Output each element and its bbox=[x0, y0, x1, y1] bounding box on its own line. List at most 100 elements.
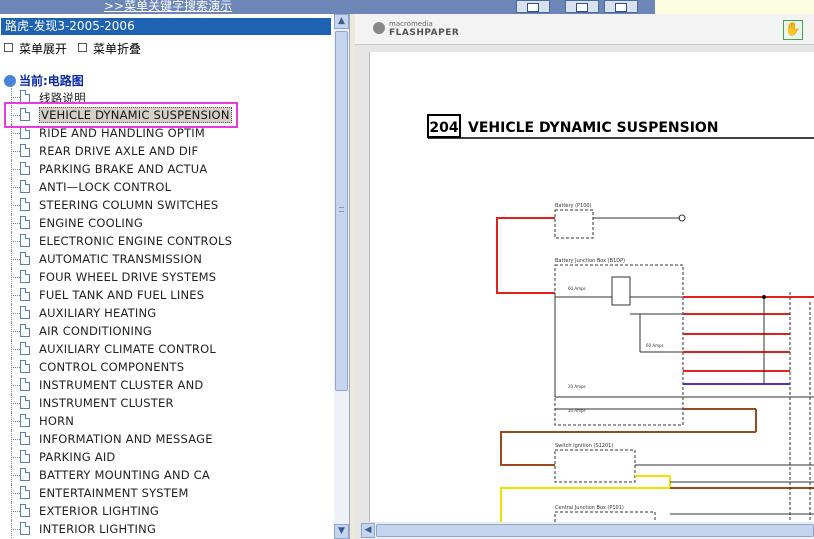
tree-line bbox=[11, 367, 20, 368]
square-icon bbox=[78, 43, 87, 52]
scroll-thumb[interactable] bbox=[335, 31, 348, 391]
tree-line bbox=[11, 493, 20, 494]
panel-title: 路虎-发现3-2005-2006 bbox=[1, 18, 331, 35]
tree-item[interactable]: ENTERTAINMENT SYSTEM bbox=[0, 484, 334, 502]
expand-menu-button[interactable]: 菜单展开 bbox=[4, 40, 67, 57]
ignition-switch-box bbox=[554, 449, 636, 483]
tree-item[interactable]: CONTROL COMPONENTS bbox=[0, 358, 334, 376]
tree-item[interactable]: PARKING AID bbox=[0, 448, 334, 466]
tree-line bbox=[11, 349, 20, 350]
fuse2-rating: 20 Amps bbox=[568, 384, 586, 389]
page-title: VEHICLE DYNAMIC SUSPENSION bbox=[468, 120, 719, 136]
tree-line bbox=[11, 439, 20, 440]
scroll-down-button[interactable]: ▼ bbox=[334, 524, 349, 539]
fuse1-rating: 60 Amps bbox=[568, 286, 586, 291]
document-icon bbox=[20, 144, 30, 157]
yellow-wire bbox=[500, 476, 671, 522]
tree-item[interactable]: PARKING BRAKE AND ACTUA bbox=[0, 160, 334, 178]
tree-root[interactable]: 当前:电路图 bbox=[4, 72, 84, 89]
tree-item-label: INTERIOR LIGHTING bbox=[39, 522, 157, 536]
tree-item-label: ANTI—LOCK CONTROL bbox=[39, 180, 172, 194]
tree-item-label: ENTERTAINMENT SYSTEM bbox=[39, 486, 189, 500]
tree-line bbox=[11, 313, 20, 314]
collapse-menu-button[interactable]: 菜单折叠 bbox=[78, 40, 141, 57]
document-icon bbox=[20, 378, 30, 391]
tree-item-label: BATTERY MOUNTING AND CA bbox=[39, 468, 210, 482]
battery-box bbox=[554, 209, 594, 239]
document-icon bbox=[20, 234, 30, 247]
tree-item[interactable]: AUXILIARY HEATING bbox=[0, 304, 334, 322]
tree-item-label: ELECTRONIC ENGINE CONTROLS bbox=[39, 234, 233, 248]
tree-line bbox=[11, 529, 20, 530]
collapse-label: 菜单折叠 bbox=[93, 42, 142, 56]
tree-item[interactable]: REAR DRIVE AXLE AND DIF bbox=[0, 142, 334, 160]
tree-item[interactable]: BATTERY MOUNTING AND CA bbox=[0, 466, 334, 484]
tree-line bbox=[11, 169, 20, 170]
tree-item[interactable]: STEERING COLUMN SWITCHES bbox=[0, 196, 334, 214]
document-icon bbox=[20, 504, 30, 517]
navigation-panel: 路虎-发现3-2005-2006 菜单展开 菜单折叠 当前:电路图 线路说明 VE… bbox=[0, 14, 350, 539]
tree-line bbox=[11, 133, 20, 134]
toolbar-button-1[interactable] bbox=[516, 0, 550, 13]
document-viewer: macromedia FLASHPAPER ✋ 204 VEHICLE DYNA… bbox=[355, 14, 814, 539]
tree-item[interactable]: FOUR WHEEL DRIVE SYSTEMS bbox=[0, 268, 334, 286]
tree-item[interactable]: INTERIOR LIGHTING bbox=[0, 520, 334, 538]
document-icon bbox=[20, 486, 30, 499]
horizontal-scrollbar[interactable]: ◀ bbox=[361, 523, 814, 539]
square-icon bbox=[4, 43, 13, 52]
top-toolbar: >>菜单关键字搜索演示 bbox=[0, 0, 814, 14]
horizontal-scroll-thumb[interactable] bbox=[376, 524, 814, 537]
page-number: 204 bbox=[429, 120, 458, 136]
fuse3-rating: 60 Amps bbox=[646, 343, 664, 348]
toolbar-button-3[interactable] bbox=[604, 0, 638, 13]
tree-line bbox=[11, 205, 20, 206]
tree-line bbox=[11, 331, 20, 332]
tree-line bbox=[11, 97, 20, 98]
keyword-search-demo-link[interactable]: >>菜单关键字搜索演示 bbox=[104, 0, 232, 14]
tree-item[interactable]: ANTI—LOCK CONTROL bbox=[0, 178, 334, 196]
document-icon bbox=[20, 324, 30, 337]
tree-line bbox=[11, 403, 20, 404]
relay bbox=[611, 276, 631, 306]
cjb-box bbox=[554, 511, 656, 522]
tree-line bbox=[11, 151, 20, 152]
document-icon bbox=[20, 252, 30, 265]
document-icon bbox=[20, 180, 30, 193]
tree-item[interactable]: EXTERIOR LIGHTING bbox=[0, 502, 334, 520]
tree-item-label: AUXILIARY CLIMATE CONTROL bbox=[39, 342, 216, 356]
tree-line bbox=[11, 277, 20, 278]
tree-item[interactable]: INSTRUMENT CLUSTER AND bbox=[0, 376, 334, 394]
expand-label: 菜单展开 bbox=[19, 42, 68, 56]
tree-item[interactable]: INSTRUMENT CLUSTER bbox=[0, 394, 334, 412]
flashpaper-toolbar: macromedia FLASHPAPER ✋ bbox=[355, 14, 814, 45]
tree-item-label: HORN bbox=[39, 414, 75, 428]
window-icon bbox=[576, 3, 588, 12]
document-icon bbox=[20, 414, 30, 427]
tree-item-label: CONTROL COMPONENTS bbox=[39, 360, 185, 374]
toolbar-button-2[interactable] bbox=[565, 0, 599, 13]
tree-item[interactable]: ENGINE COOLING bbox=[0, 214, 334, 232]
tree-line bbox=[11, 457, 20, 458]
cjb-label: Central Junction Box (P101) bbox=[555, 505, 624, 511]
tree-item[interactable]: INFORMATION AND MESSAGE bbox=[0, 430, 334, 448]
root-label: 当前:电路图 bbox=[19, 74, 84, 88]
tree-item[interactable]: HORN bbox=[0, 412, 334, 430]
brown-wire bbox=[500, 431, 756, 466]
tree-item[interactable]: AUTOMATIC TRANSMISSION bbox=[0, 250, 334, 268]
tree-item-label: PARKING AID bbox=[39, 450, 116, 464]
document-icon bbox=[20, 216, 30, 229]
scroll-up-button[interactable]: ▲ bbox=[334, 14, 349, 29]
macromedia-logo-icon bbox=[373, 22, 385, 34]
tree-item-label: PARKING BRAKE AND ACTUA bbox=[39, 162, 208, 176]
tree-item[interactable]: ELECTRONIC ENGINE CONTROLS bbox=[0, 232, 334, 250]
vertical-scrollbar[interactable]: ▲ ▼ bbox=[334, 14, 349, 539]
tree-item[interactable]: AIR CONDITIONING bbox=[0, 322, 334, 340]
tree-item-label: EXTERIOR LIGHTING bbox=[39, 504, 160, 518]
tree-item[interactable]: FUEL TANK AND FUEL LINES bbox=[0, 286, 334, 304]
top-right-area bbox=[655, 0, 814, 14]
hand-tool-icon[interactable]: ✋ bbox=[783, 20, 803, 40]
tree-line bbox=[11, 259, 20, 260]
red-wire-1 bbox=[496, 217, 555, 294]
scroll-left-button[interactable]: ◀ bbox=[361, 523, 375, 538]
tree-item[interactable]: AUXILIARY CLIMATE CONTROL bbox=[0, 340, 334, 358]
